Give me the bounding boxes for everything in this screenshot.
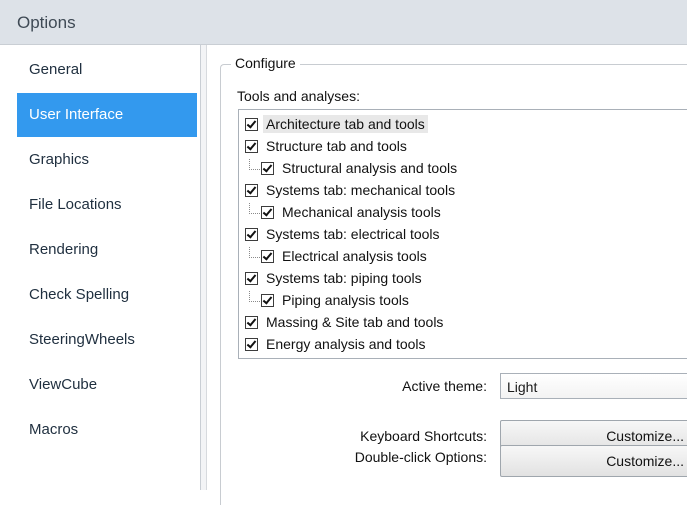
tree-item-label: Mechanical analysis tools: [282, 204, 441, 220]
tree-item-massing-site[interactable]: Massing & Site tab and tools: [245, 311, 443, 333]
tree-item-label: Structural analysis and tools: [282, 160, 458, 176]
tree-item-label: Structure tab and tools: [266, 138, 407, 154]
tree-connector: [249, 291, 260, 302]
checkbox-checked[interactable]: [261, 205, 274, 219]
sidebar-item-general[interactable]: General: [17, 48, 197, 92]
tree-item-structure[interactable]: Structure tab and tools: [245, 135, 407, 157]
sidebar-item-user-interface[interactable]: User Interface: [17, 93, 197, 137]
tree-item-energy-analysis[interactable]: Energy analysis and tools: [245, 333, 426, 355]
sidebar-item-check-spelling[interactable]: Check Spelling: [17, 273, 197, 317]
checkbox-checked[interactable]: [261, 293, 274, 307]
double-click-options-label: Double-click Options:: [354, 449, 487, 465]
tree-connector: [249, 159, 260, 170]
tools-tree[interactable]: Architecture tab and tools Structure tab…: [238, 109, 687, 359]
sidebar-item-graphics[interactable]: Graphics: [17, 138, 197, 182]
tree-item-label: Electrical analysis tools: [282, 248, 427, 264]
double-click-customize-button[interactable]: Customize...: [500, 445, 687, 477]
tree-item-label: Massing & Site tab and tools: [266, 314, 444, 330]
tree-connector: [249, 203, 260, 214]
tree-item-architecture[interactable]: Architecture tab and tools: [245, 113, 428, 135]
tree-item-label: Systems tab: mechanical tools: [266, 182, 456, 198]
checkbox-checked[interactable]: [245, 271, 258, 285]
sidebar-item-file-locations[interactable]: File Locations: [17, 183, 197, 227]
checkbox-checked[interactable]: [261, 249, 274, 263]
tools-and-analyses-label: Tools and analyses:: [237, 88, 360, 104]
sidebar-item-steeringwheels[interactable]: SteeringWheels: [17, 318, 197, 362]
checkbox-checked[interactable]: [245, 117, 258, 131]
keyboard-shortcuts-label: Keyboard Shortcuts:: [360, 428, 487, 444]
checkbox-checked[interactable]: [245, 183, 258, 197]
tree-item-label: Architecture tab and tools: [263, 115, 428, 133]
title-bar: Options: [0, 0, 687, 45]
checkbox-checked[interactable]: [245, 337, 258, 351]
tree-item-label: Piping analysis tools: [282, 292, 409, 308]
tree-connector: [249, 247, 260, 258]
checkbox-checked[interactable]: [245, 139, 258, 153]
tree-item-mechanical-analysis[interactable]: Mechanical analysis tools: [261, 201, 441, 223]
tree-item-piping-analysis[interactable]: Piping analysis tools: [261, 289, 409, 311]
tree-item-label: Systems tab: piping tools: [266, 270, 422, 286]
tree-item-label: Systems tab: electrical tools: [266, 226, 440, 242]
checkbox-checked[interactable]: [245, 315, 258, 329]
options-sidebar: General User Interface Graphics File Loc…: [0, 45, 201, 490]
sidebar-item-macros[interactable]: Macros: [17, 408, 197, 452]
sidebar-item-rendering[interactable]: Rendering: [17, 228, 197, 272]
tree-item-label: Energy analysis and tools: [266, 336, 426, 352]
tree-item-systems-piping[interactable]: Systems tab: piping tools: [245, 267, 422, 289]
window-title: Options: [17, 13, 76, 32]
active-theme-select[interactable]: Light: [500, 373, 687, 399]
main-panel: Configure Tools and analyses: Architectu…: [207, 45, 687, 505]
configure-group-label: Configure: [231, 55, 300, 71]
tree-item-systems-mechanical[interactable]: Systems tab: mechanical tools: [245, 179, 455, 201]
checkbox-checked[interactable]: [261, 161, 274, 175]
checkbox-checked[interactable]: [245, 227, 258, 241]
tree-item-systems-electrical[interactable]: Systems tab: electrical tools: [245, 223, 440, 245]
active-theme-label: Active theme:: [402, 378, 487, 394]
tree-item-structural-analysis[interactable]: Structural analysis and tools: [261, 157, 457, 179]
sidebar-item-viewcube[interactable]: ViewCube: [17, 363, 197, 407]
tree-item-electrical-analysis[interactable]: Electrical analysis tools: [261, 245, 427, 267]
